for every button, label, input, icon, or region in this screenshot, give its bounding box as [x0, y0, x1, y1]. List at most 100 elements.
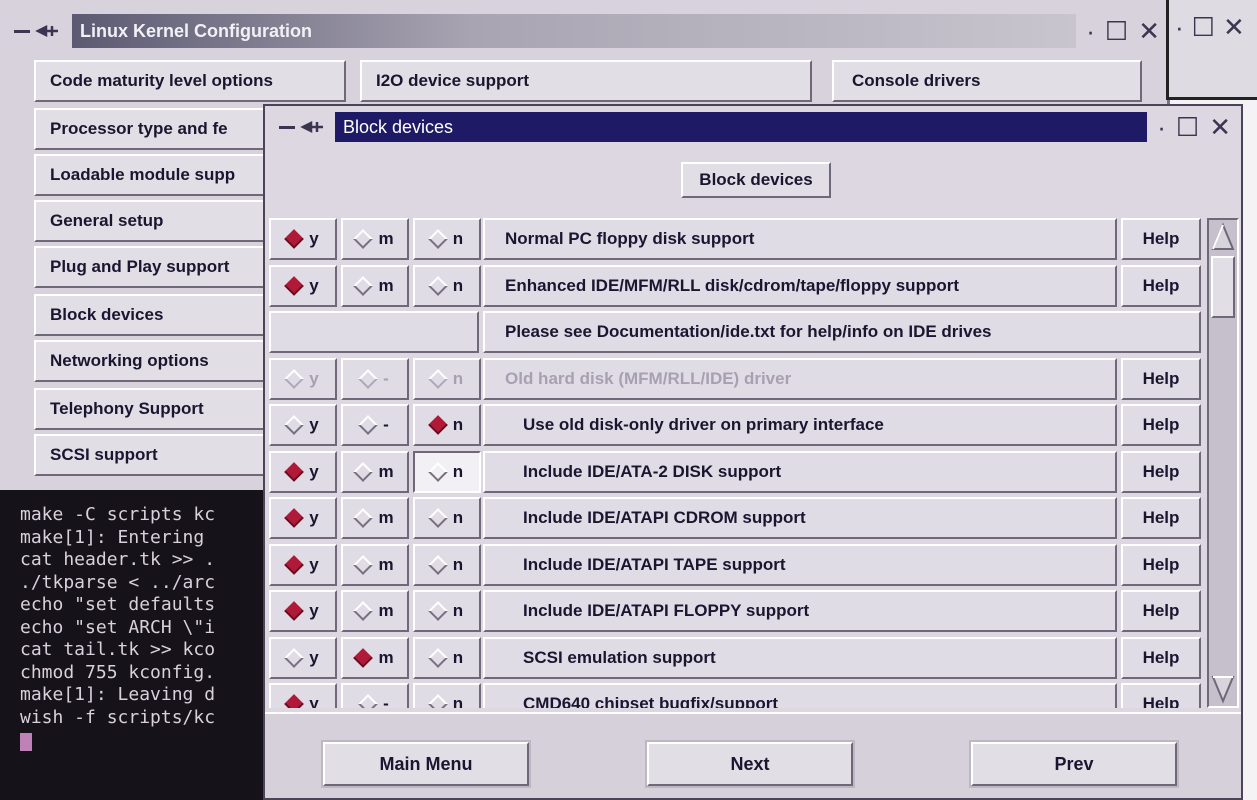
radio-y[interactable]: y: [269, 450, 337, 493]
menu-button-console-drivers[interactable]: Console drivers: [832, 60, 1142, 102]
radio-unselected-icon: [353, 601, 374, 621]
help-button[interactable]: Help: [1121, 218, 1201, 260]
radio-selected-icon: [284, 694, 305, 708]
prev-button[interactable]: Prev: [969, 740, 1179, 788]
help-button[interactable]: Help: [1121, 497, 1201, 539]
radio-y[interactable]: y: [269, 497, 337, 539]
close-icon[interactable]: ✕: [1209, 114, 1231, 140]
menu-button-telephony-support[interactable]: Telephony Support: [34, 388, 274, 430]
info-note: Please see Documentation/ide.txt for hel…: [483, 311, 1201, 353]
radio-unselected-icon: [427, 508, 448, 528]
radio-n: n: [413, 357, 481, 400]
menu-button-plug-and-play[interactable]: Plug and Play support: [34, 246, 274, 288]
window-menu-icon[interactable]: [0, 23, 72, 39]
help-button[interactable]: Help: [1121, 404, 1201, 446]
dialog-titlebar[interactable]: Block devices · ☐ ✕: [265, 110, 1241, 144]
scroll-up-arrow-icon[interactable]: [1211, 222, 1235, 252]
terminal-line: chmod 755 kconfig.: [20, 661, 216, 683]
option-row: y m n Include IDE/ATA-2 DISK support Help: [269, 450, 1203, 493]
option-row: y - n Old hard disk (MFM/RLL/IDE) driver Hel…: [269, 357, 1203, 400]
radio-n[interactable]: n: [413, 497, 481, 539]
radio-selected-icon: [284, 275, 305, 296]
radio-label: m: [378, 229, 394, 248]
option-row: y m n Include IDE/ATAPI CDROM support Help: [269, 497, 1203, 539]
radio-y[interactable]: y: [269, 683, 337, 708]
vertical-scrollbar[interactable]: [1207, 218, 1239, 708]
option-label: Normal PC floppy disk support: [483, 218, 1117, 260]
radio-unselected-icon: [427, 554, 448, 575]
radio-label: m: [378, 647, 394, 667]
radio-y[interactable]: y: [269, 636, 337, 679]
help-button[interactable]: Help: [1121, 357, 1201, 400]
radio-m[interactable]: -: [341, 683, 409, 708]
maximize-icon[interactable]: ☐: [1176, 114, 1199, 140]
menu-button-i2o[interactable]: I2O device support: [360, 60, 812, 102]
radio-y[interactable]: y: [269, 404, 337, 446]
block-devices-heading-button[interactable]: Block devices: [681, 162, 831, 198]
radio-y[interactable]: y: [269, 543, 337, 586]
radio-n[interactable]: n: [413, 450, 481, 493]
terminal-line: cat header.tk >> .: [20, 549, 216, 570]
radio-y[interactable]: y: [269, 264, 337, 307]
radio-m[interactable]: -: [341, 404, 409, 446]
close-icon[interactable]: ✕: [1223, 14, 1245, 40]
radio-m[interactable]: m: [341, 636, 409, 679]
maximize-icon[interactable]: ☐: [1192, 14, 1215, 40]
radio-unselected-icon: [427, 368, 448, 389]
close-icon[interactable]: ✕: [1138, 18, 1160, 44]
minimize-icon[interactable]: ·: [1175, 14, 1184, 40]
main-menu-button[interactable]: Main Menu: [321, 740, 531, 788]
radio-y[interactable]: y: [269, 590, 337, 632]
menu-button-processor-type[interactable]: Processor type and fe: [34, 108, 274, 150]
minimize-icon[interactable]: ·: [1157, 114, 1166, 140]
radio-y[interactable]: y: [269, 218, 337, 260]
main-window-titlebar[interactable]: Linux Kernel Configuration · ☐ ✕: [0, 14, 1170, 48]
terminal-window[interactable]: make -C scripts kc make[1]: Entering cat…: [0, 490, 263, 800]
maximize-icon[interactable]: ☐: [1105, 18, 1128, 44]
minimize-icon[interactable]: ·: [1086, 18, 1095, 44]
radio-n[interactable]: n: [413, 543, 481, 586]
radio-label: n: [452, 275, 464, 295]
radio-n[interactable]: n: [413, 404, 481, 446]
radio-m[interactable]: m: [341, 497, 409, 539]
scroll-down-arrow-icon[interactable]: [1211, 674, 1235, 704]
radio-m[interactable]: m: [341, 218, 409, 260]
radio-n[interactable]: n: [413, 218, 481, 260]
radio-m[interactable]: m: [341, 543, 409, 586]
terminal-cursor: [20, 733, 32, 751]
window-menu-icon[interactable]: [265, 119, 335, 135]
radio-unselected-icon: [284, 647, 305, 668]
radio-label: y: [309, 368, 319, 388]
radio-n[interactable]: n: [413, 590, 481, 632]
help-button[interactable]: Help: [1121, 590, 1201, 632]
menu-button-general-setup[interactable]: General setup: [34, 200, 274, 242]
radio-unselected-icon: [353, 554, 374, 575]
menu-button-code-maturity[interactable]: Code maturity level options: [34, 60, 346, 102]
radio-label: y: [309, 508, 319, 527]
radio-m[interactable]: m: [341, 450, 409, 493]
menu-button-block-devices[interactable]: Block devices: [34, 294, 274, 336]
dialog-button-bar: Main Menu Next Prev: [265, 712, 1241, 798]
radio-label: m: [378, 554, 394, 574]
radio-n[interactable]: n: [413, 683, 481, 708]
help-button[interactable]: Help: [1121, 636, 1201, 679]
scrollbar-thumb[interactable]: [1211, 256, 1235, 318]
radio-m[interactable]: m: [341, 590, 409, 632]
menu-button-scsi-support[interactable]: SCSI support: [34, 434, 274, 476]
radio-selected-icon: [353, 647, 374, 668]
help-button[interactable]: Help: [1121, 264, 1201, 307]
next-button[interactable]: Next: [645, 740, 855, 788]
radio-m[interactable]: m: [341, 264, 409, 307]
menu-button-loadable-module[interactable]: Loadable module supp: [34, 154, 274, 196]
option-row: y m n SCSI emulation support Help: [269, 636, 1203, 679]
radio-label: n: [452, 694, 464, 708]
help-button[interactable]: Help: [1121, 450, 1201, 493]
main-window-title: Linux Kernel Configuration: [72, 14, 1077, 48]
radio-label: y: [309, 647, 319, 667]
radio-label: y: [309, 229, 319, 248]
menu-button-networking-options[interactable]: Networking options: [34, 340, 274, 382]
radio-n[interactable]: n: [413, 636, 481, 679]
radio-n[interactable]: n: [413, 264, 481, 307]
help-button[interactable]: Help: [1121, 543, 1201, 586]
help-button[interactable]: Help: [1121, 683, 1201, 708]
